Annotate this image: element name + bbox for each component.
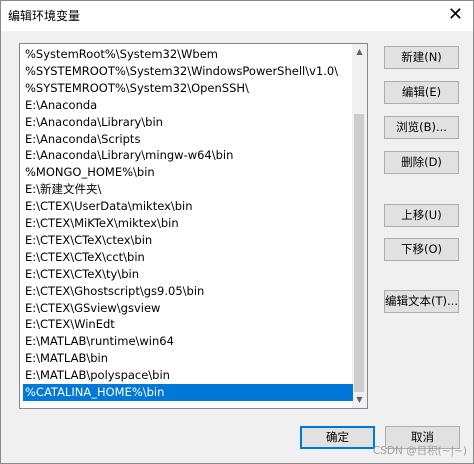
env-path-item[interactable]: E:\CTEX\CTeX\cct\bin: [23, 249, 353, 266]
env-path-item[interactable]: %CATALINA_HOME%\bin: [23, 384, 353, 401]
env-path-item[interactable]: E:\CTEX\WinEdt: [23, 316, 353, 333]
delete-button[interactable]: 删除(D): [384, 151, 459, 174]
ok-button[interactable]: 确定: [300, 426, 375, 449]
env-path-item[interactable]: %SYSTEMROOT%\System32\OpenSSH\: [23, 80, 353, 97]
env-path-item[interactable]: E:\MATLAB\bin: [23, 350, 353, 367]
edit-button[interactable]: 编辑(E): [384, 81, 459, 104]
env-path-item[interactable]: E:\CTEX\CTeX\ctex\bin: [23, 232, 353, 249]
env-path-list[interactable]: ▲ ▼ %SystemRoot%\System32\Wbem %SYSTEMROO…: [19, 43, 368, 409]
env-path-item[interactable]: %MONGO_HOME%\bin: [23, 164, 353, 181]
env-path-item[interactable]: E:\Anaconda\Scripts: [23, 131, 353, 148]
env-path-item[interactable]: E:\MATLAB\polyspace\bin: [23, 367, 353, 384]
watermark: CSDN @日积(~|~): [372, 445, 467, 457]
title-bar: 编辑环境变量 ✕: [1, 1, 473, 31]
vertical-scrollbar[interactable]: ▲ ▼: [352, 44, 367, 408]
env-path-item[interactable]: E:\CTEX\UserData\miktex\bin: [23, 198, 353, 215]
move-up-button[interactable]: 上移(U): [384, 204, 459, 227]
scroll-thumb[interactable]: [354, 114, 364, 392]
scroll-up-arrow-icon[interactable]: ▲: [352, 44, 367, 60]
env-path-item[interactable]: E:\MATLAB\runtime\win64: [23, 333, 353, 350]
close-icon[interactable]: ✕: [448, 5, 463, 25]
env-path-item[interactable]: E:\CTEX\Ghostscript\gs9.05\bin: [23, 283, 353, 300]
env-path-item[interactable]: %SYSTEMROOT%\System32\WindowsPowerShell\…: [23, 63, 353, 80]
edit-text-button[interactable]: 编辑文本(T)...: [384, 290, 459, 313]
browse-button[interactable]: 浏览(B)...: [384, 116, 459, 139]
env-path-item[interactable]: %SystemRoot%\System32\Wbem: [23, 46, 353, 63]
env-path-item[interactable]: E:\Anaconda\Library\bin: [23, 114, 353, 131]
env-path-item[interactable]: E:\Anaconda: [23, 97, 353, 114]
env-path-item[interactable]: E:\CTEX\CTeX\ty\bin: [23, 266, 353, 283]
env-path-item[interactable]: E:\Anaconda\Library\mingw-w64\bin: [23, 147, 353, 164]
move-down-button[interactable]: 下移(O): [384, 238, 459, 261]
scroll-down-arrow-icon[interactable]: ▼: [352, 392, 367, 408]
new-button[interactable]: 新建(N): [384, 46, 459, 69]
env-path-item[interactable]: E:\新建文件夹\: [23, 181, 353, 198]
dialog-title: 编辑环境变量: [8, 9, 81, 23]
edit-env-variable-dialog: 编辑环境变量 ✕ ▲ ▼ %SystemRoot%\System32\Wbem%…: [0, 0, 474, 464]
env-path-item[interactable]: E:\CTEX\MiKTeX\miktex\bin: [23, 215, 353, 232]
env-path-item[interactable]: E:\CTEX\GSview\gsview: [23, 300, 353, 317]
